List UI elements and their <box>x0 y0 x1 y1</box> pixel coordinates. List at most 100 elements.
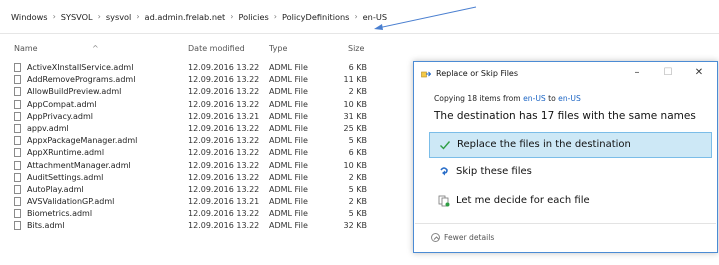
file-type: ADML File <box>269 184 308 194</box>
maximize-icon[interactable]: ☐ <box>662 67 674 78</box>
file-icon <box>14 172 21 182</box>
file-size: 11 KB <box>343 75 367 85</box>
destination-folder-link[interactable]: en-US <box>558 94 581 103</box>
file-name: AutoPlay.adml <box>27 184 84 194</box>
replace-files-option[interactable]: Replace the files in the destination <box>429 132 712 158</box>
decide-each-file-option[interactable]: Let me decide for each file <box>429 189 712 215</box>
file-name: appv.adml <box>27 123 69 133</box>
breadcrumb-item-windows[interactable]: Windows <box>11 12 48 22</box>
file-row[interactable]: Bits.adml 12.09.2016 13.22 ADML File 32 KB <box>0 220 400 232</box>
file-date: 12.09.2016 13.22 <box>188 123 260 133</box>
dialog-titlebar[interactable]: Replace or Skip Files – ☐ ✕ <box>414 62 717 86</box>
breadcrumb-item-policies[interactable]: Policies <box>238 12 268 22</box>
file-type: ADML File <box>269 209 308 219</box>
breadcrumb-separator-icon: › <box>354 12 358 21</box>
file-name: AppxPackageManager.adml <box>27 136 138 146</box>
file-type: ADML File <box>269 111 308 121</box>
file-date: 12.09.2016 13.21 <box>188 197 260 207</box>
dialog-divider <box>415 223 716 224</box>
breadcrumb-separator-icon: › <box>230 12 234 21</box>
file-name: AppXRuntime.adml <box>27 148 105 158</box>
file-row[interactable]: AuditSettings.adml 12.09.2016 13.22 ADML F… <box>0 172 400 184</box>
copying-to-word: to <box>545 94 559 103</box>
file-type: ADML File <box>269 221 308 231</box>
column-header-type[interactable]: Type <box>269 44 287 53</box>
file-date: 12.09.2016 13.22 <box>188 148 260 158</box>
file-list: ActiveXInstallService.adml 12.09.2016 13.… <box>0 62 400 233</box>
file-name: AVSValidationGP.adml <box>27 197 115 207</box>
replace-files-label: Replace the files in the destination <box>457 139 631 150</box>
compare-files-icon <box>438 195 450 207</box>
file-name: AllowBuildPreview.adml <box>27 87 122 97</box>
file-icon <box>14 221 21 231</box>
file-row[interactable]: AllowBuildPreview.adml 12.09.2016 13.22 AD… <box>0 86 400 98</box>
breadcrumb-item-policydefinitions[interactable]: PolicyDefinitions <box>282 12 349 22</box>
file-icon <box>14 136 21 146</box>
conflict-message: The destination has 17 files with the sa… <box>434 110 696 122</box>
fewer-details-toggle[interactable]: Fewer details <box>431 232 494 243</box>
file-icon <box>14 160 21 170</box>
file-size: 31 KB <box>343 111 367 121</box>
breadcrumb-separator-icon: › <box>52 12 56 21</box>
file-name: ActiveXInstallService.adml <box>27 63 134 72</box>
file-row[interactable]: AVSValidationGP.adml 12.09.2016 13.21 ADML… <box>0 196 400 208</box>
file-type: ADML File <box>269 123 308 133</box>
dialog-title: Replace or Skip Files <box>436 69 519 78</box>
file-date: 12.09.2016 13.22 <box>188 172 260 182</box>
column-header-size[interactable]: Size <box>348 44 364 53</box>
file-row[interactable]: AutoPlay.adml 12.09.2016 13.22 ADML File 5 … <box>0 184 400 196</box>
file-type: ADML File <box>269 160 308 170</box>
file-date: 12.09.2016 13.21 <box>188 111 260 121</box>
file-name: AuditSettings.adml <box>27 172 104 182</box>
breadcrumb-separator-icon: › <box>273 12 277 21</box>
file-size: 5 KB <box>348 184 367 194</box>
file-name: AddRemovePrograms.adml <box>27 75 136 85</box>
file-icon <box>14 75 21 85</box>
file-row[interactable]: Biometrics.adml 12.09.2016 13.22 ADML File… <box>0 208 400 220</box>
skip-files-option[interactable]: Skip these files <box>429 160 712 186</box>
file-row[interactable]: ActiveXInstallService.adml 12.09.2016 13.… <box>0 62 400 74</box>
file-icon <box>14 209 21 219</box>
file-size: 32 KB <box>343 221 367 231</box>
column-header-name[interactable]: Name <box>14 44 38 53</box>
close-icon[interactable]: ✕ <box>693 67 705 78</box>
file-size: 6 KB <box>348 63 367 72</box>
file-row[interactable]: AppxPackageManager.adml 12.09.2016 13.22 A… <box>0 135 400 147</box>
file-icon <box>14 148 21 158</box>
file-size: 2 KB <box>348 87 367 97</box>
file-icon <box>14 123 21 133</box>
file-type: ADML File <box>269 87 308 97</box>
file-row[interactable]: AppXRuntime.adml 12.09.2016 13.22 ADML Fil… <box>0 147 400 159</box>
file-name: AttachmentManager.adml <box>27 160 131 170</box>
file-size: 2 KB <box>348 172 367 182</box>
file-type: ADML File <box>269 63 308 72</box>
decide-each-file-label: Let me decide for each file <box>456 195 590 206</box>
file-date: 12.09.2016 13.22 <box>188 63 260 72</box>
file-size: 25 KB <box>343 123 367 133</box>
column-header-date[interactable]: Date modified <box>188 44 245 53</box>
file-date: 12.09.2016 13.22 <box>188 160 260 170</box>
file-row[interactable]: AppPrivacy.adml 12.09.2016 13.21 ADML File… <box>0 111 400 123</box>
breadcrumb-item-domain[interactable]: ad.admin.frelab.net <box>145 12 226 22</box>
file-size: 10 KB <box>343 160 367 170</box>
breadcrumb-separator-icon: › <box>136 12 140 21</box>
file-date: 12.09.2016 13.22 <box>188 136 260 146</box>
file-type: ADML File <box>269 99 308 109</box>
file-row[interactable]: appv.adml 12.09.2016 13.22 ADML File 25 KB <box>0 123 400 135</box>
file-row[interactable]: AddRemovePrograms.adml 12.09.2016 13.22 AD… <box>0 74 400 86</box>
file-icon <box>14 111 21 121</box>
copying-prefix: Copying 18 items from <box>434 94 524 103</box>
file-icon <box>14 63 21 72</box>
file-size: 2 KB <box>348 197 367 207</box>
source-folder-link[interactable]: en-US <box>523 94 546 103</box>
file-row[interactable]: AppCompat.adml 12.09.2016 13.22 ADML File 1… <box>0 99 400 111</box>
copying-status: Copying 18 items from en-US to en-US <box>434 94 581 103</box>
file-icon <box>14 184 21 194</box>
file-size: 5 KB <box>348 209 367 219</box>
file-row[interactable]: AttachmentManager.adml 12.09.2016 13.22 AD… <box>0 160 400 172</box>
minimize-icon[interactable]: – <box>631 67 643 78</box>
file-date: 12.09.2016 13.22 <box>188 184 260 194</box>
breadcrumb-item-sysvol-upper[interactable]: SYSVOL <box>61 12 93 22</box>
breadcrumb-item-sysvol[interactable]: sysvol <box>106 12 132 22</box>
file-date: 12.09.2016 13.22 <box>188 99 260 109</box>
